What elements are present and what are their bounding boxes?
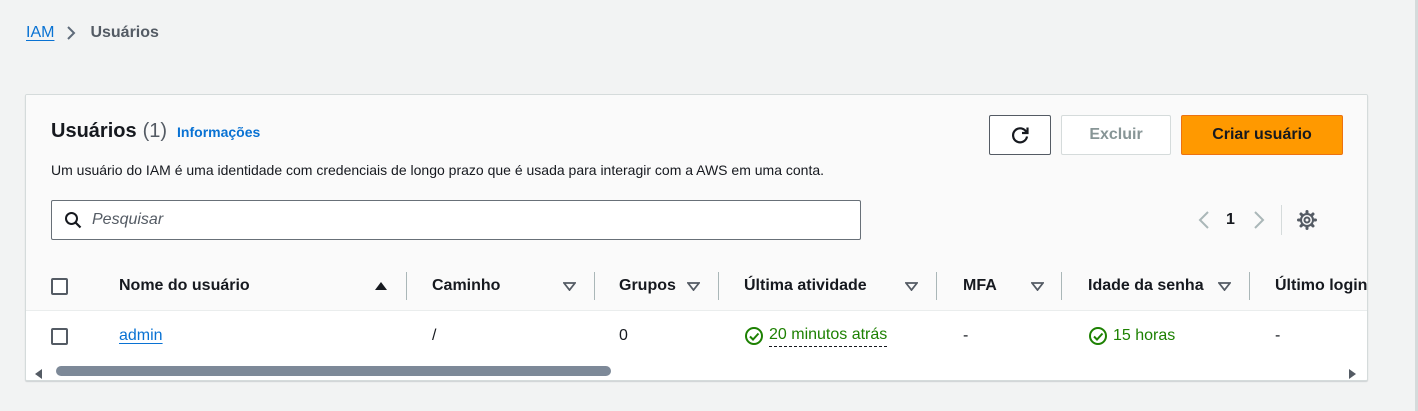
search-field[interactable] [51, 200, 861, 240]
table-header: Nome do usuário Caminho Grupos Última at… [26, 261, 1367, 311]
gear-icon[interactable] [1296, 209, 1318, 231]
pagination: 1 [1198, 205, 1318, 235]
breadcrumb-current: Usuários [90, 24, 159, 41]
success-check-icon [744, 326, 764, 346]
user-count: (1) [142, 120, 168, 142]
column-divider[interactable] [594, 272, 595, 300]
sort-caret-icon[interactable] [1218, 261, 1231, 311]
last-login-cell: - [1275, 327, 1281, 344]
delete-button[interactable]: Excluir [1061, 115, 1171, 155]
column-divider[interactable] [406, 272, 407, 300]
panel-description: Um usuário do IAM é uma identidade com c… [51, 162, 825, 178]
users-table: Nome do usuário Caminho Grupos Última at… [26, 261, 1367, 361]
column-header-mfa[interactable]: MFA [963, 261, 1023, 311]
row-checkbox[interactable] [51, 327, 68, 345]
sort-caret-icon[interactable] [905, 261, 918, 311]
column-header-username[interactable]: Nome do usuário [119, 261, 379, 311]
refresh-button[interactable] [989, 115, 1051, 155]
panel-title-row: Usuários (1) Informações [51, 120, 260, 143]
groups-cell: 0 [619, 327, 628, 344]
password-age-cell: 15 horas [1088, 311, 1238, 361]
column-header-groups[interactable]: Grupos [619, 261, 676, 311]
breadcrumb-iam-link[interactable]: IAM [26, 24, 54, 42]
column-header-last-login[interactable]: Último login [1275, 261, 1367, 311]
sort-ascending-icon[interactable] [374, 261, 388, 311]
select-all-cell [51, 261, 71, 311]
username-link[interactable]: admin [119, 327, 163, 345]
username-cell: admin [119, 311, 379, 361]
sort-caret-icon[interactable] [687, 261, 700, 311]
refresh-icon [1009, 124, 1031, 146]
column-header-path[interactable]: Caminho [432, 261, 552, 311]
scroll-left-icon[interactable] [35, 366, 43, 380]
last-activity-status[interactable]: 20 minutos atrás [744, 326, 888, 347]
sort-caret-icon[interactable] [1031, 261, 1044, 311]
column-divider[interactable] [1061, 272, 1062, 300]
create-user-button[interactable]: Criar usuário [1181, 115, 1343, 155]
chevron-right-icon [66, 26, 76, 40]
scrollbar-thumb[interactable] [56, 366, 611, 376]
info-link[interactable]: Informações [177, 124, 260, 140]
mfa-cell: - [963, 327, 969, 344]
horizontal-scrollbar[interactable] [26, 361, 1367, 380]
column-divider[interactable] [936, 272, 937, 300]
page-title: Usuários [51, 120, 137, 142]
last-activity-text: 20 minutos atrás [769, 326, 888, 347]
previous-page-icon[interactable] [1198, 210, 1210, 230]
success-check-icon [1088, 326, 1108, 346]
path-cell: / [432, 327, 437, 344]
current-page[interactable]: 1 [1226, 211, 1235, 229]
column-divider[interactable] [718, 272, 719, 300]
password-age-text: 15 horas [1113, 327, 1176, 344]
column-header-last-activity[interactable]: Última atividade [744, 261, 904, 311]
last-activity-cell: 20 minutos atrás [744, 311, 934, 361]
select-all-checkbox[interactable] [51, 277, 68, 295]
password-age-status: 15 horas [1088, 326, 1175, 346]
column-header-password-age[interactable]: Idade da senha [1088, 261, 1207, 311]
column-divider[interactable] [1249, 272, 1250, 300]
scroll-right-icon[interactable] [1348, 366, 1356, 380]
users-panel: Usuários (1) Informações Um usuário do I… [25, 94, 1368, 381]
search-input[interactable] [90, 210, 830, 230]
search-icon [64, 211, 82, 229]
pagination-divider [1280, 205, 1282, 235]
sort-caret-icon[interactable] [563, 261, 576, 311]
next-page-icon[interactable] [1253, 210, 1265, 230]
table-row: admin / 0 20 minutos atrás - 15 horas - [26, 311, 1367, 361]
row-select-cell [51, 311, 71, 361]
breadcrumb: IAM Usuários [26, 24, 159, 42]
